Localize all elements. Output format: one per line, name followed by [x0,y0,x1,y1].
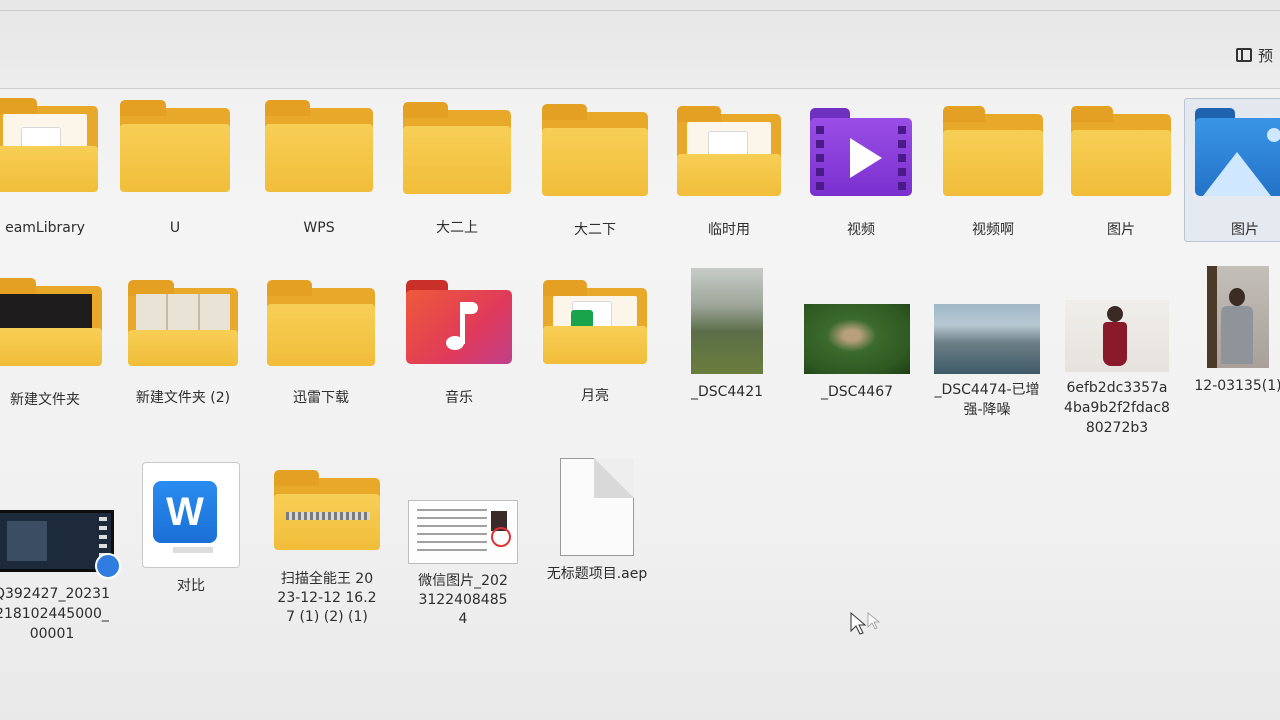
file-item-videos-folder[interactable]: 视频 [796,108,926,240]
videos-folder-icon [810,108,912,196]
file-item-label: WPS [303,220,335,236]
file-item-folder[interactable]: 迅雷下载 [256,280,386,408]
file-item-label: 月亮 [581,388,609,404]
folder-icon [120,100,230,192]
folder-icon [1071,106,1171,196]
photo-thumbnail [1207,266,1269,368]
file-item-label: 图片 [1231,222,1259,238]
folder-icon [543,280,647,364]
file-item-folder[interactable]: 大二上 [392,102,522,238]
folder-icon [267,280,375,366]
file-item-label: _DSC4421 [690,384,764,400]
shortcut-arrow-icon [95,553,121,579]
folder-icon [403,102,511,194]
file-item-pictures-folder[interactable]: 图片 [1180,108,1280,240]
wps-document-icon: W [142,462,240,568]
photo-thumbnail [691,268,763,374]
file-item-folder[interactable]: 图片 [1056,106,1186,240]
play-icon [850,138,882,178]
folder-icon [0,98,98,192]
file-item-image[interactable]: 微信图片_20231224084854 [398,500,528,629]
file-item-photo[interactable]: _DSC4467 [792,304,922,402]
file-item-folder[interactable]: 视频啊 [928,106,1058,240]
file-item-label: 图片 [1107,222,1135,238]
folder-icon [542,104,648,196]
file-item-folder[interactable]: 临时用 [664,106,794,240]
file-item-label: 迅雷下载 [293,390,349,406]
file-item-folder[interactable]: U [110,100,240,238]
file-item-music-folder[interactable]: 音乐 [394,280,524,408]
file-item-folder[interactable]: 新建文件夹 (2) [118,280,248,408]
file-item-label: 音乐 [445,390,473,406]
file-item-label: 无标题项目.aep [546,566,648,582]
file-item-document[interactable]: W 对比 [126,462,256,596]
file-item-label: Q392427_20231218102445000_00001 [0,586,110,642]
file-item-label: 视频啊 [972,222,1014,238]
wps-logo-icon: W [166,490,204,534]
file-item-label: 微信图片_20231224084854 [418,573,508,627]
pictures-folder-icon [1195,108,1280,196]
folder-icon [943,106,1043,196]
video-thumbnail [0,510,121,579]
preview-pane-label: 预 [1258,46,1274,65]
file-item-label: eamLibrary [5,220,85,236]
file-item-label: 临时用 [708,222,750,238]
file-item-photo[interactable]: _DSC4474-已增强-降噪 [922,304,1052,420]
file-item-photo[interactable]: 6efb2dc3357a4ba9b2f2fdac880272b3 [1052,300,1182,438]
file-item-label: 扫描全能王 2023-12-12 16.27 (1) (2) (1) [277,571,377,625]
folder-icon [677,106,781,196]
file-item-folder[interactable]: eamLibrary [0,98,110,238]
file-item-folder[interactable]: 新建文件夹 [0,278,110,410]
folder-icon [128,280,238,366]
file-item-label: U [169,220,181,236]
file-item-video[interactable]: Q392427_20231218102445000_00001 [0,510,122,644]
document-image-thumbnail [408,500,518,564]
folder-icon [0,278,102,366]
file-item-label: 大二上 [436,220,478,236]
file-item-folder[interactable]: 月亮 [530,280,660,406]
file-item-label: 新建文件夹 [10,392,80,408]
photo-thumbnail [1065,300,1169,372]
top-toolbar: 预 [0,0,1280,89]
file-item-label: 对比 [177,578,205,594]
folder-icon [265,100,373,192]
file-item-folder[interactable]: 大二下 [530,104,660,240]
file-item-label: _DSC4474-已增强-降噪 [934,382,1040,418]
file-item-blank[interactable]: 无标题项目.aep [532,458,662,584]
photo-thumbnail [934,304,1040,374]
file-item-label: 12-03135(1) [1194,378,1280,394]
photo-thumbnail [804,304,910,374]
preview-pane-icon [1236,48,1252,62]
preview-pane-button[interactable]: 预 [1236,44,1273,66]
music-folder-icon [406,280,512,364]
file-item-label: 6efb2dc3357a4ba9b2f2fdac880272b3 [1064,380,1170,436]
file-item-folder[interactable]: WPS [254,100,384,238]
file-item-label: 大二下 [574,222,616,238]
file-item-photo[interactable]: _DSC4421 [662,268,792,402]
file-item-zip-folder[interactable]: 扫描全能王 2023-12-12 16.27 (1) (2) (1) [262,470,392,627]
file-item-label: 新建文件夹 (2) [135,390,231,406]
divider [0,10,1280,11]
file-item-photo[interactable]: 12-03135(1) [1178,266,1280,396]
blank-file-icon [560,458,634,556]
file-item-label: 视频 [847,222,875,238]
file-item-label: _DSC4467 [820,384,894,400]
zip-folder-icon [274,470,380,550]
